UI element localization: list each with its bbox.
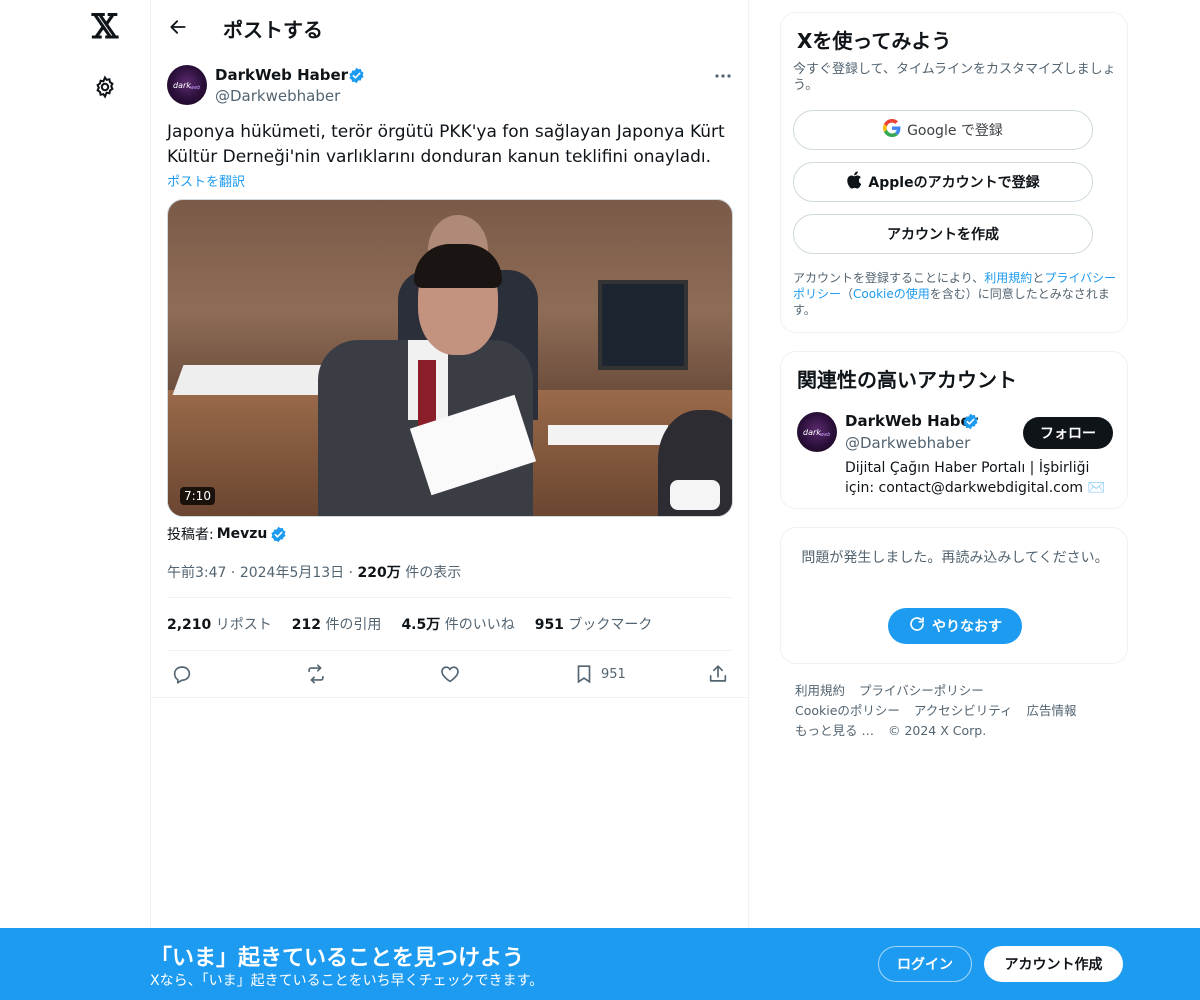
more-options-icon[interactable] xyxy=(711,66,735,86)
footer-more-link[interactable]: もっと見る … xyxy=(795,723,874,738)
footer-ads-link[interactable]: 広告情報 xyxy=(1027,703,1077,718)
legal-prefix: アカウントを登録することにより、 xyxy=(793,271,985,285)
bookmark-icon[interactable]: 951 xyxy=(573,663,626,685)
video-scene-paper xyxy=(172,365,334,395)
video-scene-monitor xyxy=(598,280,688,370)
bookmarks-stat[interactable]: 951 ブックマーク xyxy=(535,614,653,634)
bottom-signup-bar: 「いま」起きていることを見つけよう Xなら、「いま」起きていることをいち早くチェ… xyxy=(0,928,1200,1000)
bottom-bar-subtitle: Xなら、「いま」起きていることをいち早くチェックできます。 xyxy=(150,973,544,989)
video-poster: 投稿者: Mevzu xyxy=(167,524,287,544)
apple-icon xyxy=(846,171,862,193)
create-account-button[interactable]: アカウントを作成 xyxy=(793,214,1093,254)
refresh-icon xyxy=(908,615,926,637)
bottom-bar-title: 「いま」起きていることを見つけよう xyxy=(150,946,525,971)
verified-badge-icon xyxy=(270,526,287,543)
view-count: 220万 xyxy=(357,565,401,581)
apple-signup-button[interactable]: Appleのアカウントで登録 xyxy=(793,162,1093,202)
quotes-stat[interactable]: 212 件の引用 xyxy=(292,614,382,634)
likes-stat[interactable]: 4.5万 件のいいね xyxy=(401,614,514,634)
avatar[interactable]: dark web xyxy=(167,65,207,105)
signup-subtitle: 今すぐ登録して、タイムラインをカスタマイズしましょう。 xyxy=(793,62,1116,93)
like-icon[interactable] xyxy=(439,663,461,685)
post-stats: 2,210 リポスト 212 件の引用 4.5万 件のいいね 951 ブックマー… xyxy=(167,614,652,634)
footer-copyright: © 2024 X Corp. xyxy=(887,723,987,738)
svg-text:web: web xyxy=(190,85,200,91)
poster-name[interactable]: Mevzu xyxy=(217,526,268,542)
gear-icon[interactable] xyxy=(88,70,122,104)
reply-icon[interactable] xyxy=(171,663,193,685)
create-account-label: アカウントを作成 xyxy=(887,227,999,243)
view-label: 件の表示 xyxy=(405,565,462,581)
svg-text:web: web xyxy=(820,432,830,438)
google-signup-label: Google で登録 xyxy=(907,123,1003,139)
signup-title: Xを使ってみよう xyxy=(797,29,952,53)
video-duration-badge: 7:10 xyxy=(180,487,215,505)
author-name[interactable]: DarkWeb Haber xyxy=(215,66,348,84)
post-video[interactable]: 7:10 xyxy=(167,199,733,517)
legal-and: と xyxy=(1032,271,1045,285)
related-account-handle[interactable]: @Darkwebhaber xyxy=(845,434,970,452)
bottom-create-account-button[interactable]: アカウント作成 xyxy=(984,946,1123,982)
post-actions: 951 xyxy=(167,660,733,690)
main-column: ポストする dark web DarkWeb Haber @Darkwebhabe… xyxy=(150,0,749,1000)
video-scene-paper-2 xyxy=(548,425,668,445)
related-account-name[interactable]: DarkWeb Haber xyxy=(845,412,978,430)
signup-card: Xを使ってみよう 今すぐ登録して、タイムラインをカスタマイズしましょう。 Goo… xyxy=(780,12,1128,333)
verified-badge-icon xyxy=(348,67,365,88)
svg-text:dark: dark xyxy=(173,81,191,90)
translate-post-link[interactable]: ポストを翻訳 xyxy=(167,171,245,190)
terms-link[interactable]: 利用規約 xyxy=(984,271,1032,285)
back-arrow-icon[interactable] xyxy=(165,14,191,40)
divider xyxy=(167,650,733,651)
author-handle[interactable]: @Darkwebhaber xyxy=(215,87,340,105)
login-button[interactable]: ログイン xyxy=(878,946,972,982)
retry-button[interactable]: やりなおす xyxy=(888,608,1022,644)
post-metadata: 午前3:47 · 2024年5月13日 · 220万 件の表示 xyxy=(167,565,462,581)
avatar[interactable]: dark web xyxy=(797,412,837,452)
related-accounts-card: 関連性の高いアカウント dark web DarkWeb Haber @Darkw… xyxy=(780,351,1128,509)
retry-label: やりなおす xyxy=(932,619,1002,635)
video-scene-speaker-hair xyxy=(414,244,502,288)
footer-privacy-link[interactable]: プライバシーポリシー xyxy=(859,683,984,698)
legal-paren: （ xyxy=(841,287,854,301)
svg-text:dark: dark xyxy=(803,428,821,437)
error-card: 問題が発生しました。再読み込みしてください。 やりなおす xyxy=(780,527,1128,664)
left-nav: 𝕏 xyxy=(60,0,150,1000)
footer-links: 利用規約 プライバシーポリシー Cookieのポリシー アクセシビリティ 広告情… xyxy=(795,681,1115,741)
related-account-bio: Dijital Çağın Haber Portalı | İşbirliği … xyxy=(845,460,1105,496)
follow-button[interactable]: フォロー xyxy=(1023,417,1113,449)
apple-signup-label: Appleのアカウントで登録 xyxy=(868,175,1040,191)
reposts-stat[interactable]: 2,210 リポスト xyxy=(167,614,272,634)
signup-legal-text: アカウントを登録することにより、利用規約とプライバシーポリシー（Cookieの使… xyxy=(793,270,1119,318)
google-signup-button[interactable]: Google で登録 xyxy=(793,110,1093,150)
page-header: ポストする xyxy=(151,0,748,54)
post-author: dark web DarkWeb Haber @Darkwebhaber xyxy=(167,64,735,108)
bookmark-count: 951 xyxy=(601,666,626,682)
google-icon xyxy=(883,119,901,141)
cookie-link[interactable]: Cookieの使用 xyxy=(853,287,930,301)
footer-accessibility-link[interactable]: アクセシビリティ xyxy=(914,703,1013,718)
poster-label: 投稿者: xyxy=(167,527,214,543)
footer-terms-link[interactable]: 利用規約 xyxy=(795,683,845,698)
verified-badge-icon xyxy=(962,413,979,434)
page-title: ポストする xyxy=(223,18,323,42)
footer-cookie-link[interactable]: Cookieのポリシー xyxy=(795,703,900,718)
error-message: 問題が発生しました。再読み込みしてください。 xyxy=(801,550,1109,566)
post-text: Japonya hükümeti, terör örgütü PKK'ya fo… xyxy=(167,122,725,167)
post-time[interactable]: 午前3:47 xyxy=(167,565,226,581)
divider xyxy=(167,597,733,598)
x-logo-icon[interactable]: 𝕏 xyxy=(88,10,122,44)
share-icon[interactable] xyxy=(707,663,729,685)
related-title: 関連性の高いアカウント xyxy=(797,368,1017,392)
video-scene-mask xyxy=(670,480,720,510)
divider xyxy=(151,697,748,698)
post-date[interactable]: 2024年5月13日 xyxy=(240,565,344,581)
repost-icon[interactable] xyxy=(305,663,327,685)
